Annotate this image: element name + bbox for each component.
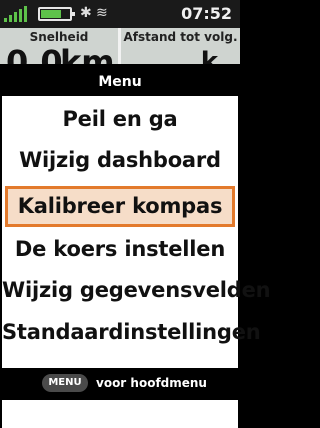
dashboard: Snelheid 0.0 km Afstand tot volg. k: [0, 28, 240, 68]
wifi-icon: ≋: [96, 5, 108, 21]
speed-label: Snelheid: [29, 30, 89, 44]
signal-icon: [4, 6, 32, 22]
menu-panel: Menu Peil en ga Wijzig dashboard Kalibre…: [0, 64, 271, 428]
clock: 07:52: [181, 4, 232, 23]
battery-icon: [38, 7, 75, 21]
bluetooth-icon: ✱: [80, 5, 92, 21]
status-bar: ✱ ≋ 07:52: [0, 0, 240, 28]
menu-item-standaardinstellingen[interactable]: Standaardinstellingen: [2, 312, 261, 353]
footer-bar: MENU voor hoofdmenu: [0, 368, 240, 400]
menu-item-peil-en-ga[interactable]: Peil en ga: [2, 99, 238, 140]
menu-item-kalibreer-kompas[interactable]: Kalibreer kompas: [5, 186, 235, 227]
distance-field: Afstand tot volg. k: [121, 28, 240, 68]
distance-label: Afstand tot volg.: [123, 30, 238, 44]
menu-item-koers-instellen[interactable]: De koers instellen: [2, 229, 238, 270]
speed-field: Snelheid 0.0 km: [0, 28, 118, 68]
menu-key-button[interactable]: MENU: [42, 374, 88, 392]
menu-title: Menu: [98, 74, 142, 90]
footer-hint: voor hoofdmenu: [96, 376, 207, 390]
menu-item-gegevensvelden[interactable]: Wijzig gegevensvelden: [2, 270, 271, 311]
menu-item-wijzig-dashboard[interactable]: Wijzig dashboard: [2, 140, 238, 181]
